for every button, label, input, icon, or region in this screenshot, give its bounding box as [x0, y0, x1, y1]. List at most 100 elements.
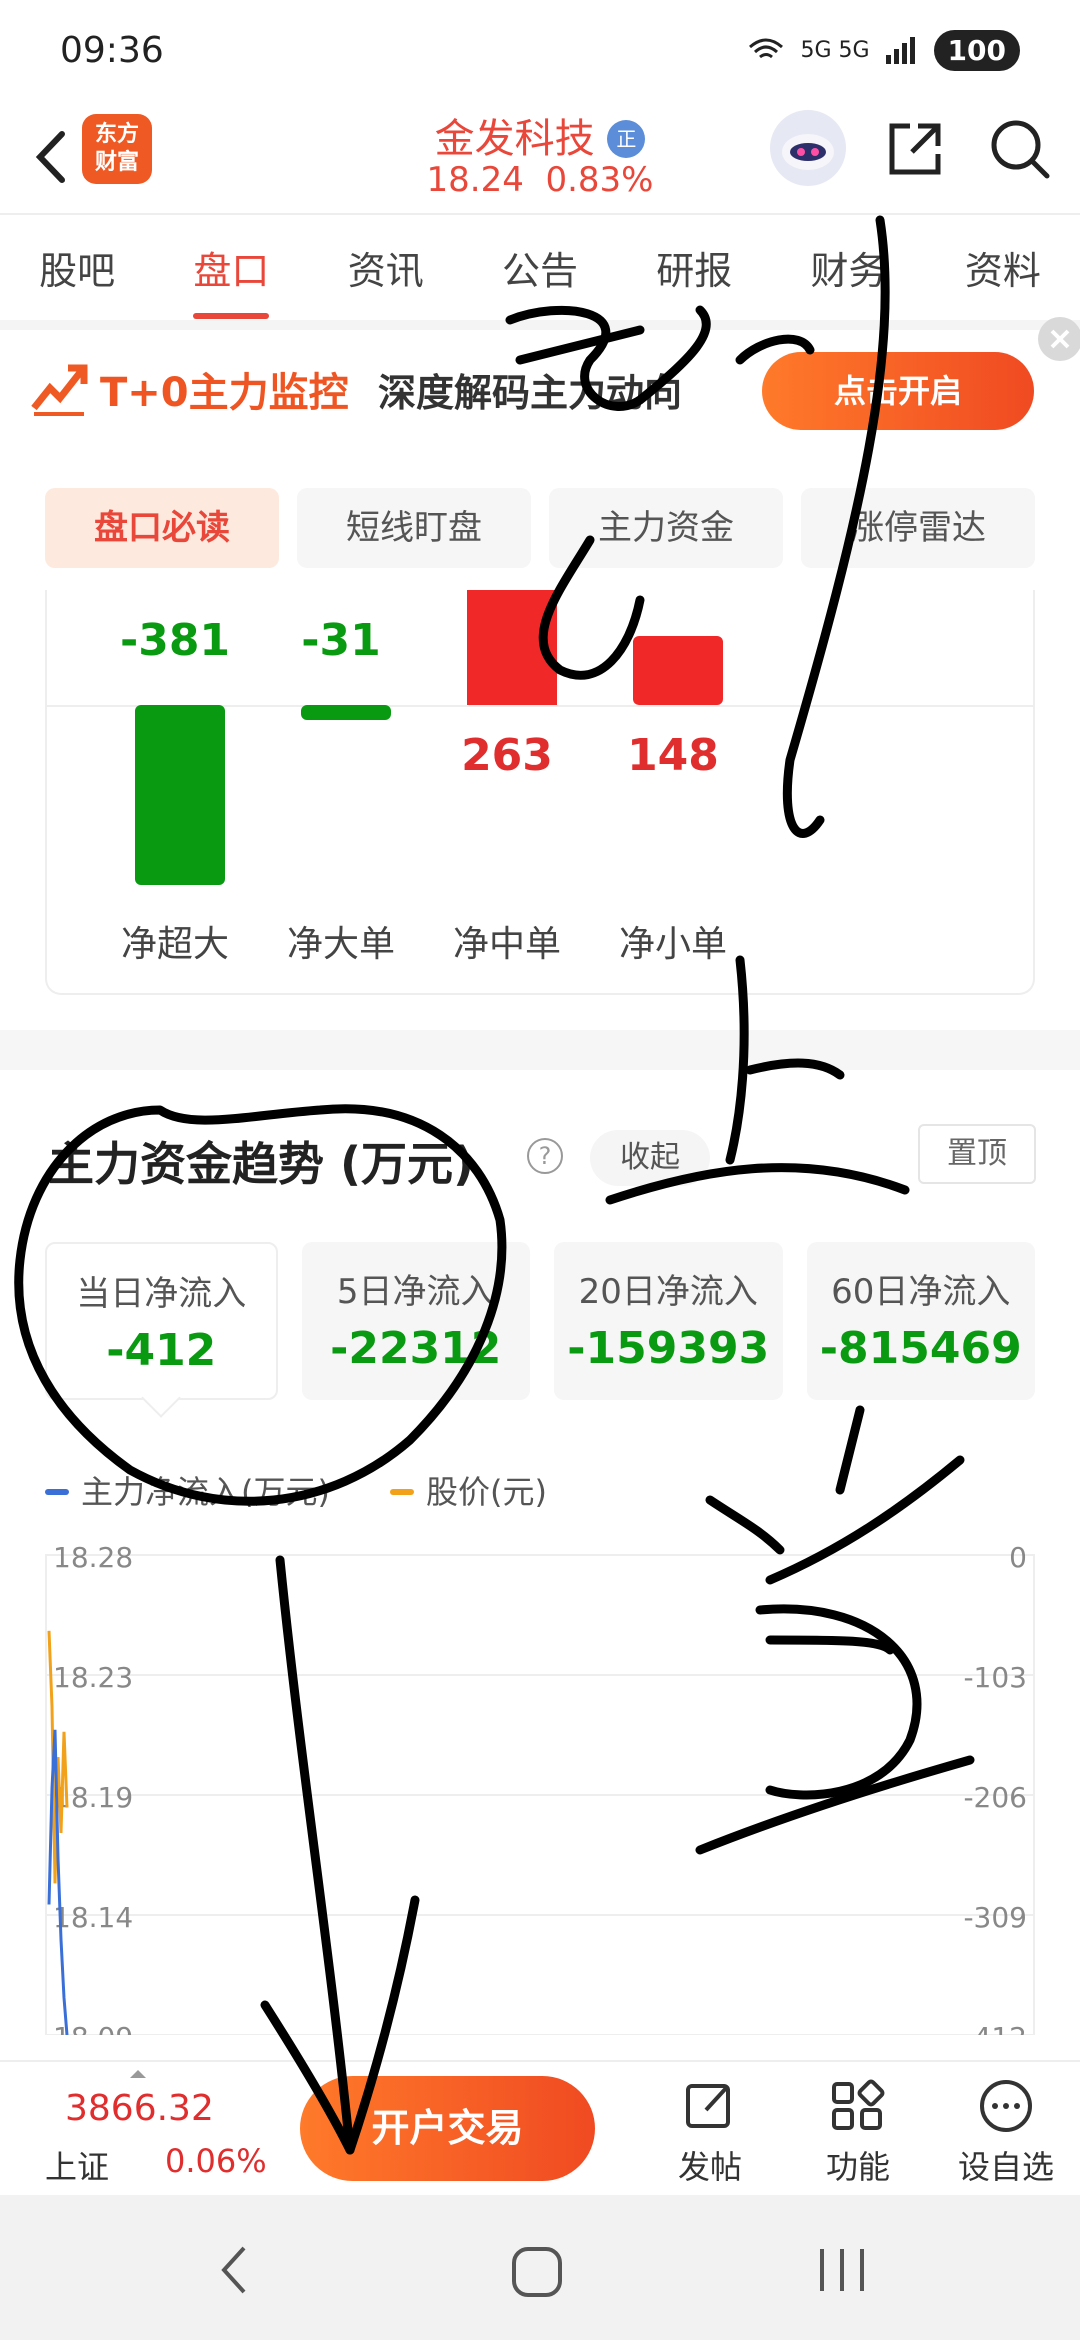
- trend-title: 主力资金趋势 (万元): [48, 1137, 475, 1191]
- segment-main-funds[interactable]: 主力资金: [549, 488, 783, 568]
- wifi-icon: [749, 38, 784, 59]
- capital-trend-chart[interactable]: 18.28018.23-10318.19-20618.14-30918.09-4…: [45, 1545, 1035, 2035]
- flow-col-small: 148 净小单: [613, 590, 733, 995]
- tab-news[interactable]: 资讯: [334, 240, 438, 295]
- signal-icon: [885, 37, 915, 64]
- stock-tabs: 股吧 盘口 资讯 公告 研报 财务 资料: [0, 215, 1080, 320]
- tab-announcements[interactable]: 公告: [488, 240, 592, 295]
- edit-icon: [686, 2084, 730, 2128]
- search-icon[interactable]: [985, 114, 1055, 184]
- stock-badge: 正: [607, 120, 646, 158]
- tab-5day-inflow[interactable]: 5日净流入 -22312: [301, 1242, 530, 1400]
- inflow-label: 60日净流入: [831, 1272, 1011, 1312]
- flow-value: -31: [301, 615, 381, 666]
- inflow-label: 20日净流入: [578, 1272, 758, 1312]
- add-watchlist-button[interactable]: 设自选: [946, 2076, 1066, 2188]
- nav-recents-icon[interactable]: [812, 2245, 872, 2295]
- tab-pankou[interactable]: 盘口: [179, 240, 283, 319]
- trend-header: 主力资金趋势 (万元) ? 收起 置顶: [0, 1110, 1080, 1200]
- flow-bar-super-large: [135, 705, 225, 885]
- segment-short-term[interactable]: 短线盯盘: [297, 488, 531, 568]
- banner-description: 深度解码主力动向: [378, 371, 683, 415]
- stock-price-line: 18.24 0.83%: [380, 160, 700, 200]
- chart-legend: 主力净流入(万元) 股价(元): [45, 1465, 547, 1515]
- back-icon[interactable]: [22, 122, 82, 192]
- tab-guba[interactable]: 股吧: [25, 240, 129, 295]
- flow-value: 148: [627, 730, 719, 781]
- stock-price: 18.24: [426, 160, 524, 200]
- index-change-pct: 0.06%: [165, 2142, 267, 2180]
- inflow-value: -412: [106, 1325, 217, 1376]
- capital-flow-card: -381 净超大 -31 净大单 263 净中单 148 净小单: [45, 590, 1035, 995]
- close-icon[interactable]: [1030, 315, 1080, 365]
- flow-bar-medium: [467, 590, 557, 705]
- app-logo[interactable]: 东方 财富: [82, 114, 152, 184]
- right-tick-label: -206: [963, 1781, 1027, 1814]
- net-inflow-tabs: 当日净流入 -412 5日净流入 -22312 20日净流入 -159393 6…: [45, 1242, 1035, 1400]
- flow-value: -381: [119, 615, 231, 666]
- tab-60day-inflow[interactable]: 60日净流入 -815469: [806, 1242, 1035, 1400]
- stock-header: 东方 财富 金发科技 正 18.24 0.83%: [0, 100, 1080, 215]
- banner-tag: T+0主力监控: [100, 370, 349, 416]
- flow-value: 263: [461, 730, 553, 781]
- trend-up-icon: [31, 364, 88, 416]
- flow-col-super-large: -381 净超大: [115, 590, 235, 995]
- segment-must-read[interactable]: 盘口必读: [45, 488, 279, 568]
- network-label: 5G 5G: [800, 37, 870, 63]
- inflow-label: 当日净流入: [76, 1274, 247, 1314]
- right-tick-label: -309: [963, 1901, 1027, 1934]
- expand-up-icon[interactable]: [128, 2068, 148, 2080]
- segment-limit-up-radar[interactable]: 涨停雷达: [801, 488, 1035, 568]
- pankou-segments: 盘口必读 短线盯盘 主力资金 涨停雷达: [45, 488, 1035, 568]
- inflow-label: 5日净流入: [336, 1272, 495, 1312]
- tab-profile[interactable]: 资料: [951, 240, 1055, 295]
- tab-today-inflow[interactable]: 当日净流入 -412: [45, 1242, 278, 1400]
- nav-back-icon[interactable]: [210, 2240, 260, 2300]
- stock-name: 金发科技: [434, 116, 595, 162]
- right-tick-label: 0: [1009, 1545, 1027, 1574]
- tab-finance[interactable]: 财务: [797, 240, 901, 295]
- tab-20day-inflow[interactable]: 20日净流入 -159393: [554, 1242, 783, 1400]
- inflow-value: -159393: [567, 1323, 770, 1374]
- flow-col-medium: 263 净中单: [447, 590, 567, 995]
- help-icon[interactable]: ?: [527, 1138, 563, 1174]
- stock-title[interactable]: 金发科技 正: [380, 106, 700, 164]
- index-price[interactable]: 3866.32: [65, 2088, 214, 2129]
- legend-stock-price: 股价(元): [389, 1467, 547, 1513]
- stock-change-pct: 0.83%: [545, 160, 654, 200]
- left-tick-label: 18.23: [53, 1661, 133, 1694]
- section-gap: [0, 1030, 1080, 1070]
- tab-research[interactable]: 研报: [642, 240, 746, 295]
- share-icon[interactable]: [880, 114, 950, 184]
- legend-net-inflow: 主力净流入(万元): [45, 1467, 330, 1513]
- battery-indicator: 100: [933, 29, 1020, 71]
- open-account-trade-button[interactable]: 开户交易: [300, 2076, 595, 2181]
- grid-icon: [832, 2079, 885, 2130]
- nav-home-icon[interactable]: [508, 2243, 568, 2303]
- right-tick-label: -103: [963, 1661, 1027, 1694]
- pin-top-button[interactable]: 置顶: [918, 1124, 1036, 1184]
- bottom-action-bar: 3866.32 上证 0.06% 开户交易 发帖 功能 设自选: [0, 2060, 1080, 2195]
- robot-avatar-icon[interactable]: [770, 110, 846, 186]
- banner-open-button[interactable]: 点击开启: [762, 352, 1034, 430]
- function-button[interactable]: 功能: [798, 2076, 918, 2188]
- inflow-value: -815469: [819, 1323, 1022, 1374]
- flow-label: 净小单: [618, 924, 727, 965]
- status-time: 09:36: [60, 29, 164, 71]
- inflow-value: -22312: [330, 1323, 502, 1374]
- flow-bar-small: [633, 636, 723, 705]
- left-tick-label: 18.28: [53, 1545, 133, 1574]
- collapse-button[interactable]: 收起: [590, 1130, 710, 1186]
- flow-bar-large: [301, 705, 391, 720]
- system-navigation-bar: [0, 2195, 1080, 2340]
- more-icon: [980, 2080, 1032, 2132]
- flow-col-large: -31 净大单: [281, 590, 401, 995]
- post-button[interactable]: 发帖: [650, 2076, 770, 2188]
- left-tick-label: 18.14: [53, 1901, 133, 1934]
- status-bar: 09:36 5G 5G 100: [0, 0, 1080, 100]
- divider: [0, 320, 1080, 330]
- right-tick-label: -412: [963, 2021, 1027, 2035]
- promo-banner[interactable]: T+0主力监控 深度解码主力动向 点击开启: [0, 330, 1080, 450]
- index-name[interactable]: 上证: [45, 2142, 109, 2188]
- status-icons: 5G 5G 100: [746, 29, 1020, 71]
